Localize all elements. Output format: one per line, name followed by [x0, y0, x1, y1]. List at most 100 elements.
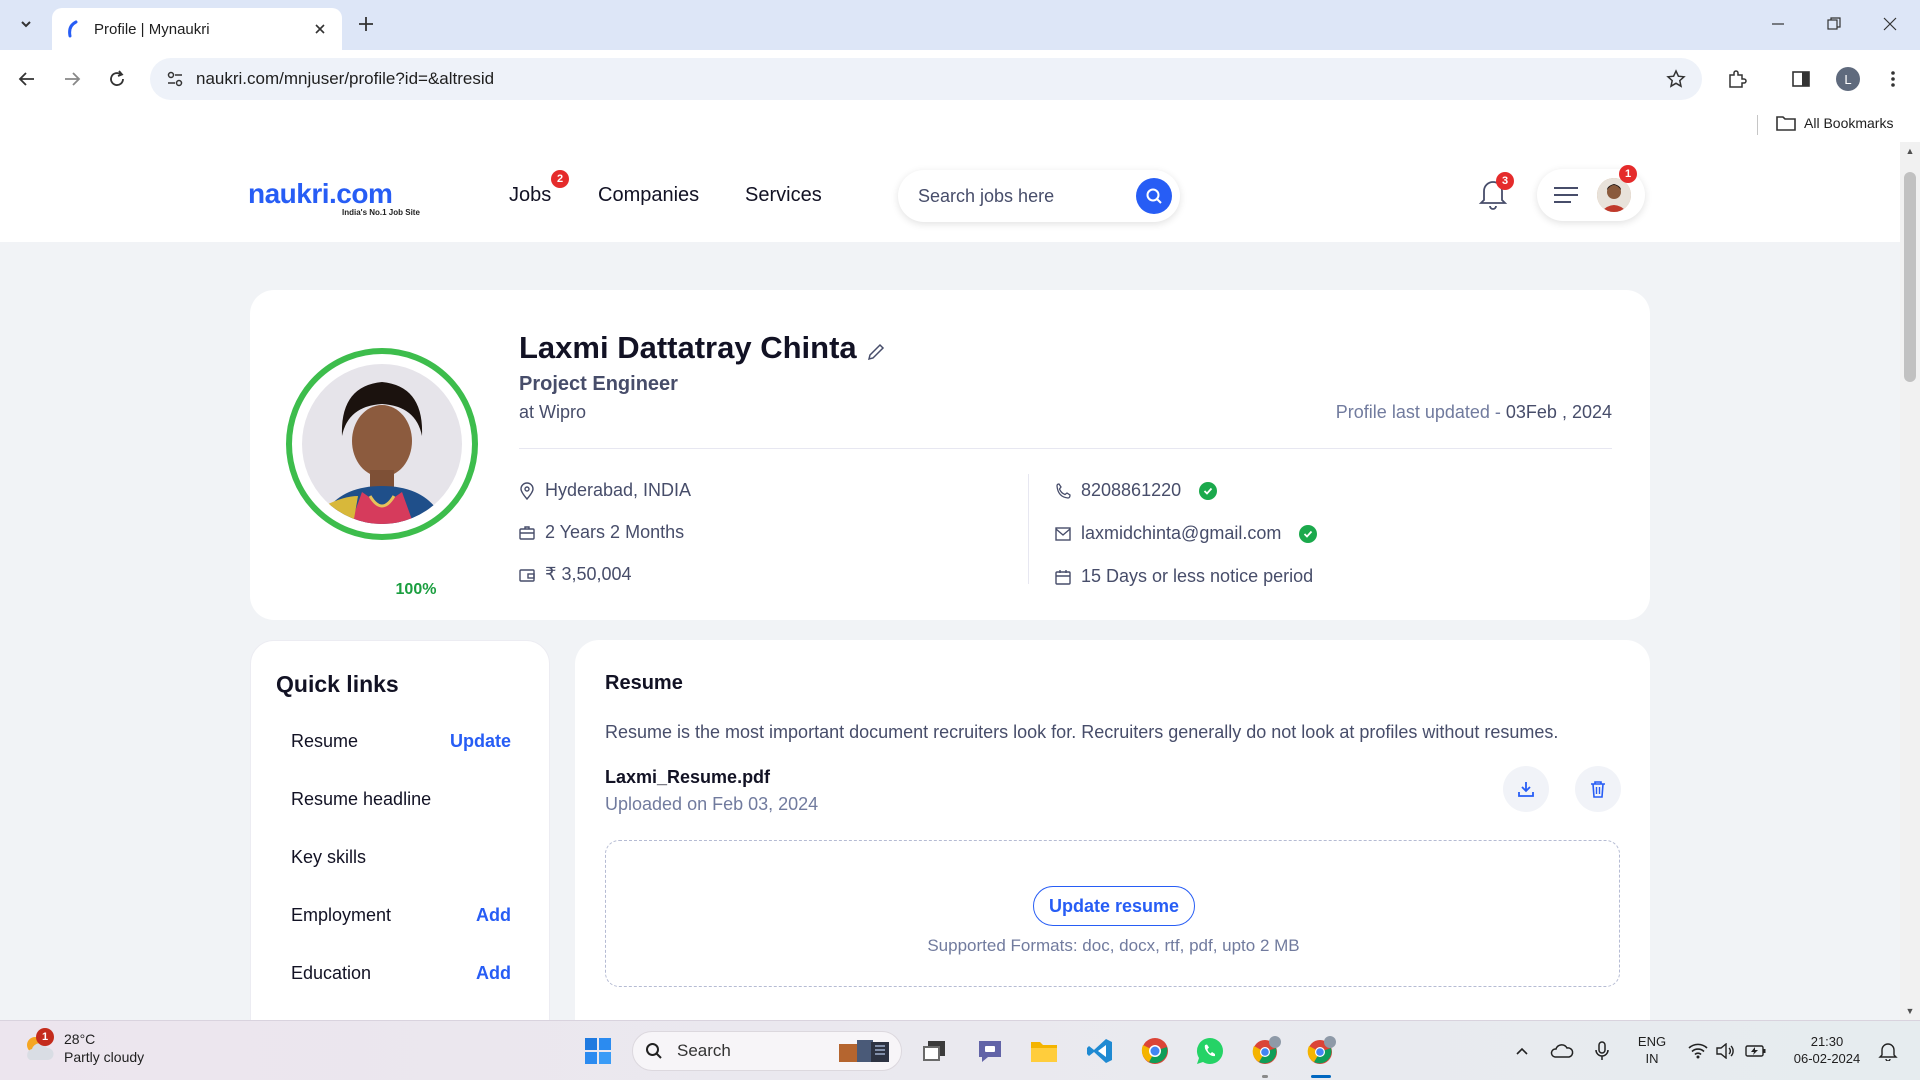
supported-formats: Supported Formats: doc, docx, rtf, pdf, …	[927, 936, 1300, 955]
quick-link-resume[interactable]: Resume Update	[291, 731, 511, 752]
forward-button[interactable]	[55, 62, 89, 96]
folder-icon	[1031, 1042, 1057, 1062]
scrollbar-thumb[interactable]	[1904, 172, 1916, 382]
address-bar[interactable]: naukri.com/mnjuser/profile?id=&altresid	[150, 58, 1702, 100]
vscode-button[interactable]	[1082, 1033, 1118, 1069]
teams-chat-button[interactable]	[972, 1033, 1008, 1069]
extensions-button[interactable]	[1720, 62, 1754, 96]
resume-file-name: Laxmi_Resume.pdf	[605, 767, 771, 787]
profile-vertical-divider	[1028, 474, 1029, 584]
quick-link-key-skills[interactable]: Key skills	[291, 847, 511, 868]
file-explorer-button[interactable]	[1026, 1033, 1062, 1069]
nav-services[interactable]: Services	[745, 184, 822, 207]
tab-search-button[interactable]	[10, 8, 42, 40]
clock[interactable]: 21:30 06-02-2024	[1782, 1033, 1872, 1067]
notifications-center-button[interactable]	[1876, 1039, 1900, 1063]
notice-text: 15 Days or less notice period	[1081, 566, 1314, 586]
url-text: naukri.com/mnjuser/profile?id=&altresid	[196, 69, 495, 88]
quick-link-action[interactable]: Update	[450, 731, 511, 752]
download-resume-button[interactable]	[1503, 766, 1549, 812]
notification-settings-icon	[1878, 1043, 1898, 1061]
volume-tray-icon[interactable]	[1713, 1039, 1737, 1063]
minimize-icon	[1772, 23, 1784, 25]
restore-button[interactable]	[1814, 6, 1854, 42]
task-view-button[interactable]	[916, 1033, 952, 1069]
side-panel-button[interactable]	[1784, 62, 1818, 96]
notification-badge: 3	[1496, 172, 1514, 190]
nav-jobs[interactable]: Jobs 2	[509, 170, 569, 207]
salary-text: ₹ 3,50,004	[545, 564, 632, 584]
arrow-right-icon	[65, 72, 81, 86]
quick-link-label: Employment	[291, 905, 392, 925]
close-icon	[1883, 17, 1897, 31]
search-button[interactable]	[1136, 178, 1172, 214]
onedrive-tray-icon[interactable]	[1550, 1039, 1574, 1063]
profile-last-updated: Profile last updated - 03Feb , 2024	[1336, 402, 1612, 423]
logo-text: naukri.com	[248, 178, 393, 209]
puzzle-icon	[1729, 70, 1747, 88]
task-view-icon	[923, 1041, 945, 1061]
temperature: 28°C	[64, 1031, 96, 1047]
language-indicator[interactable]: ENG IN	[1636, 1033, 1668, 1067]
chrome-profile-a-button[interactable]	[1248, 1033, 1284, 1069]
chrome-icon	[1141, 1038, 1168, 1064]
job-search-bar[interactable]: Search jobs here	[898, 170, 1180, 222]
delete-resume-button[interactable]	[1575, 766, 1621, 812]
naukri-logo[interactable]: naukri.com India's No.1 Job Site	[248, 178, 420, 217]
plus-icon	[359, 17, 373, 31]
nav-companies[interactable]: Companies	[598, 184, 699, 207]
notifications-button[interactable]: 3	[1478, 172, 1514, 212]
close-window-button[interactable]	[1870, 6, 1910, 42]
all-bookmarks-button[interactable]: All Bookmarks	[1776, 115, 1893, 131]
microphone-tray-icon[interactable]	[1590, 1039, 1614, 1063]
back-button[interactable]	[10, 62, 44, 96]
battery-charging-icon	[1745, 1045, 1766, 1057]
region-code: IN	[1645, 1051, 1659, 1066]
minimize-button[interactable]	[1758, 6, 1798, 42]
quick-link-action[interactable]: Add	[476, 905, 511, 926]
restore-icon	[1827, 17, 1841, 30]
wifi-tray-icon[interactable]	[1686, 1039, 1710, 1063]
app-running-indicator	[1262, 1075, 1268, 1078]
resume-upload-dropzone[interactable]: Update resume Supported Formats: doc, do…	[605, 840, 1620, 987]
browser-menu-button[interactable]	[1876, 62, 1910, 96]
weather-widget[interactable]: 1 28°C Partly cloudy	[22, 1028, 144, 1066]
close-tab-icon[interactable]	[310, 19, 330, 39]
new-tab-button[interactable]	[352, 10, 380, 38]
search-placeholder: Search jobs here	[918, 185, 1055, 206]
weather-icon: 1	[22, 1028, 56, 1064]
reload-button[interactable]	[100, 62, 134, 96]
browser-profile-avatar[interactable]: L	[1836, 67, 1860, 91]
chrome-profile-l-button[interactable]	[1303, 1033, 1339, 1069]
page-scrollbar[interactable]: ▲ ▼	[1900, 142, 1920, 1020]
profile-designation: Project Engineer	[519, 373, 678, 395]
bookmark-star-icon[interactable]	[1666, 69, 1686, 89]
user-menu-button[interactable]: 1	[1537, 165, 1645, 221]
cloud-icon	[1550, 1044, 1574, 1058]
whatsapp-button[interactable]	[1192, 1033, 1228, 1069]
update-resume-button[interactable]: Update resume	[1033, 886, 1195, 926]
chrome-button[interactable]	[1137, 1033, 1173, 1069]
scroll-down-icon[interactable]: ▼	[1905, 1006, 1915, 1016]
scroll-up-icon[interactable]: ▲	[1905, 146, 1915, 156]
edit-profile-button[interactable]	[866, 342, 886, 362]
search-icon	[646, 1043, 662, 1059]
wallet-icon	[519, 568, 535, 582]
profile-card: 100% Laxmi Dattatray Chinta Project Engi…	[250, 290, 1650, 620]
quick-link-label: Education	[291, 963, 372, 983]
site-header: naukri.com India's No.1 Job Site Jobs 2 …	[0, 142, 1900, 242]
browser-tab[interactable]: Profile | Mynaukri	[52, 8, 342, 50]
show-hidden-icons-button[interactable]	[1510, 1039, 1534, 1063]
taskbar-search[interactable]: Search	[632, 1031, 902, 1071]
start-button[interactable]	[580, 1033, 616, 1069]
site-settings-icon[interactable]	[166, 70, 184, 88]
battery-tray-icon[interactable]	[1744, 1039, 1768, 1063]
quick-link-education[interactable]: Education Add	[291, 963, 511, 984]
quick-link-employment[interactable]: Employment Add	[291, 905, 511, 926]
quick-link-action[interactable]: Add	[476, 963, 511, 984]
quick-link-resume-headline[interactable]: Resume headline	[291, 789, 511, 810]
profile-photo[interactable]: 100%	[284, 346, 480, 602]
naukri-favicon-icon	[68, 20, 78, 38]
bookmarks-bar: All Bookmarks	[0, 108, 1920, 142]
speaker-icon	[1716, 1043, 1734, 1059]
